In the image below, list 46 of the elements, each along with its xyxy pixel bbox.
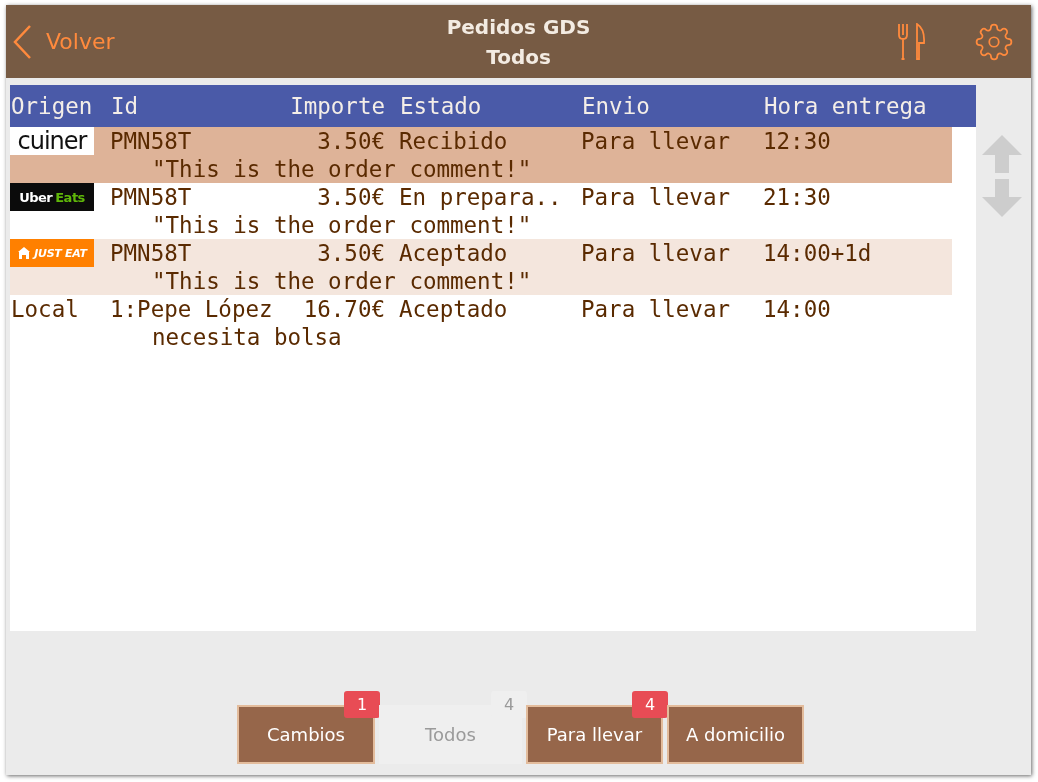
column-header: Origen: [10, 93, 94, 119]
fork-knife-icon[interactable]: [897, 22, 927, 61]
column-header: Hora entrega: [763, 93, 928, 119]
count-badge: 4: [491, 691, 527, 718]
delivery-type: Para llevar: [581, 184, 731, 210]
delivery-type: Para llevar: [581, 128, 731, 154]
back-button[interactable]: Volver: [6, 23, 115, 60]
order-id: PMN58T: [110, 184, 193, 210]
order-status: Aceptado: [399, 296, 509, 322]
order-comment: "This is the order comment!": [151, 268, 533, 294]
column-header: Estado: [399, 93, 483, 119]
order-amount: 3.50€: [316, 128, 386, 154]
column-header: Envio: [581, 93, 651, 119]
order-amount: 3.50€: [316, 240, 386, 266]
chevron-left-icon: [12, 23, 32, 60]
origin-label: Local: [10, 296, 80, 322]
order-amount: 3.50€: [316, 184, 386, 210]
delivery-type: Para llevar: [581, 296, 731, 322]
brand-logo: JUST EAT: [10, 239, 94, 267]
column-header: Importe: [289, 93, 386, 119]
settings-icon[interactable]: [975, 22, 1013, 61]
delivery-time: 21:30: [763, 184, 832, 210]
count-badge: 4: [632, 691, 668, 718]
order-id: PMN58T: [110, 128, 193, 154]
order-id: PMN58T: [110, 240, 193, 266]
filter-tab[interactable]: A domicilio: [667, 705, 804, 764]
screen-title: Pedidos GDS: [446, 13, 591, 41]
screen-subtitle: Todos: [486, 43, 551, 71]
column-header: Id: [110, 93, 140, 119]
delivery-time: 14:00+1d: [763, 240, 873, 266]
delivery-type: Para llevar: [581, 240, 731, 266]
delivery-time: 12:30: [763, 128, 832, 154]
order-comment: "This is the order comment!": [151, 212, 533, 238]
delivery-time: 14:00: [763, 296, 832, 322]
order-amount: 16.70€: [302, 296, 386, 322]
brand-logo: Uber Eats: [10, 183, 94, 211]
count-badge: 1: [344, 691, 380, 718]
order-status: Recibido: [399, 128, 509, 154]
order-comment: necesita bolsa: [151, 324, 343, 350]
order-status: En prepara..: [399, 184, 563, 210]
brand-logo: cuiner: [10, 127, 94, 155]
order-comment: "This is the order comment!": [151, 156, 533, 182]
order-row[interactable]: cuiner PMN58T 3.50€ Recibido Para llevar 12:30 "This is the order comment!": [10, 127, 952, 183]
order-status: Aceptado: [399, 240, 509, 266]
order-row[interactable]: JUST EAT PMN58T 3.50€ Aceptado Para llevar 14:00+1d "This is the order comment!": [10, 239, 952, 295]
order-id: 1:Pepe López: [110, 296, 274, 322]
